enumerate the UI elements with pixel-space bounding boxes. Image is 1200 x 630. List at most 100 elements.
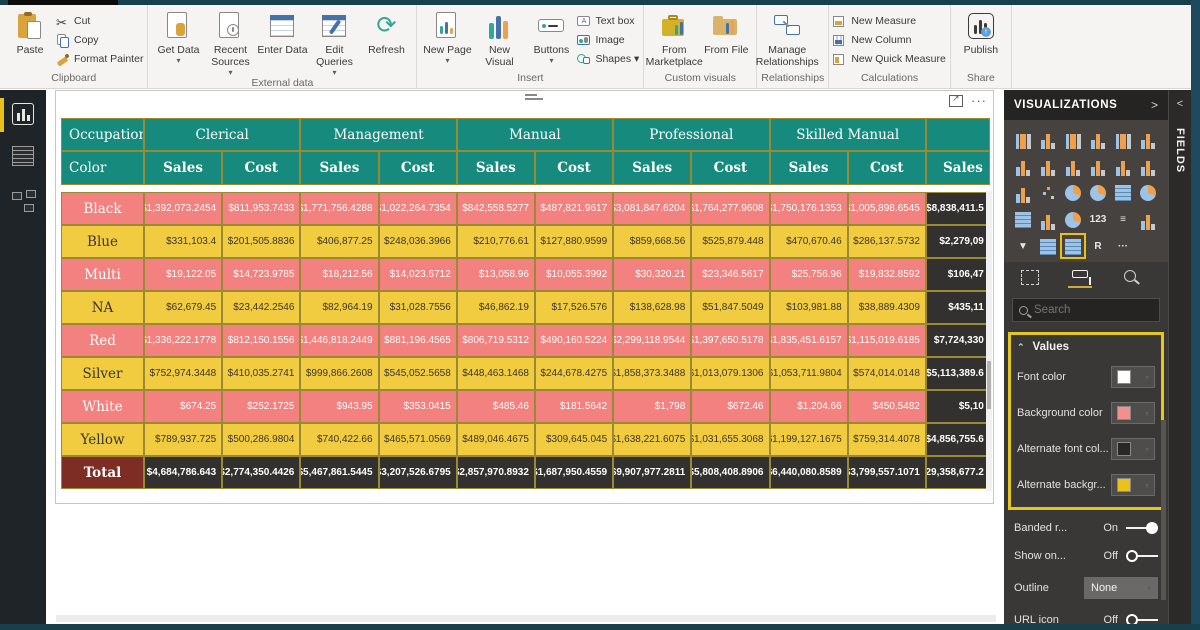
matrix-cell[interactable]: $19,122.05 <box>144 258 222 291</box>
matrix-cell[interactable]: $525,879.448 <box>691 225 769 258</box>
map-icon[interactable] <box>1137 181 1159 203</box>
format-tab[interactable] <box>1068 270 1092 288</box>
shapes-button[interactable]: Shapes ▾ <box>577 49 639 68</box>
visual-scrollbar[interactable] <box>986 191 992 491</box>
matrix-cell[interactable]: $811,953.7433 <box>222 192 300 225</box>
from-marketplace-button[interactable]: From Marketplace <box>648 7 700 69</box>
matrix-total-row-cell[interactable]: $6,440,080.8589 <box>770 456 848 489</box>
matrix-cell[interactable]: $500,286.9804 <box>222 423 300 456</box>
100-stacked-bar-chart-icon[interactable] <box>1112 127 1134 149</box>
analytics-tab[interactable] <box>1118 270 1142 288</box>
matrix-cell[interactable]: $574,014.0148 <box>848 357 926 390</box>
ribbon-chart-icon[interactable] <box>1137 154 1159 176</box>
stacked-area-chart-icon[interactable] <box>1062 154 1084 176</box>
matrix-measure-header[interactable]: Sales <box>300 151 378 185</box>
matrix-cell[interactable]: $3,081,847.6204 <box>613 192 691 225</box>
matrix-cell[interactable]: $999,866.2608 <box>300 357 378 390</box>
matrix-cell[interactable]: $1,022,264.7354 <box>379 192 457 225</box>
cut-button[interactable]: ✂Cut <box>56 11 143 30</box>
matrix-cell[interactable]: $490,160.5224 <box>535 324 613 357</box>
matrix-cell[interactable]: $1,397,650.5178 <box>691 324 769 357</box>
matrix-measure-header[interactable]: Cost <box>691 151 769 185</box>
card-icon[interactable]: 123 <box>1087 208 1109 230</box>
filled-map-icon[interactable] <box>1012 208 1034 230</box>
matrix-cell[interactable]: $410,035.2741 <box>222 357 300 390</box>
format-painter-button[interactable]: Format Painter <box>56 49 143 68</box>
matrix-measure-header[interactable]: Cost <box>379 151 457 185</box>
image-button[interactable]: Image <box>577 30 639 49</box>
matrix-cell[interactable]: $244,678.4275 <box>535 357 613 390</box>
matrix-cell[interactable]: $470,670.46 <box>770 225 848 258</box>
matrix-cell[interactable]: $10,055.3992 <box>535 258 613 291</box>
matrix-total-row-label[interactable]: Total <box>61 456 144 489</box>
fields-pane-collapsed[interactable]: < FIELDS <box>1168 90 1191 630</box>
matrix-cell[interactable]: $759,314.4078 <box>848 423 926 456</box>
new-page-button[interactable]: New Page▾ <box>421 7 473 69</box>
matrix-cell[interactable]: $450.5482 <box>848 390 926 423</box>
matrix-cell[interactable]: $1,798 <box>613 390 691 423</box>
line-and-clustered-column-chart-icon[interactable] <box>1087 154 1109 176</box>
matrix-cell[interactable]: $1,764,277.9608 <box>691 192 769 225</box>
gauge-icon[interactable] <box>1062 208 1084 230</box>
matrix-cell[interactable]: $1,204.66 <box>770 390 848 423</box>
matrix-cell[interactable]: $51,847.5049 <box>691 291 769 324</box>
matrix-total-cell[interactable]: $8,838,411.5 <box>926 192 990 225</box>
matrix-cell[interactable]: $1,771,756.4288 <box>300 192 378 225</box>
matrix-occupation-header[interactable]: Management <box>300 118 456 151</box>
matrix-total-cell[interactable]: $4,856,755.6 <box>926 423 990 456</box>
matrix-cell[interactable]: $201,505.8836 <box>222 225 300 258</box>
matrix-total-row-cell[interactable]: $5,467,861.5445 <box>300 456 378 489</box>
search-input[interactable] <box>1034 304 1144 316</box>
matrix-total-cell[interactable]: $5,10 <box>926 390 990 423</box>
manage-relationships-button[interactable]: Manage Relationships <box>761 7 813 69</box>
ellipsis-icon[interactable]: ··· <box>1112 235 1134 257</box>
r-script-icon[interactable]: R <box>1087 235 1109 257</box>
toggle-switch[interactable] <box>1126 549 1158 563</box>
matrix-cell[interactable]: $309,645.045 <box>535 423 613 456</box>
matrix-row-label[interactable]: Black <box>61 192 144 225</box>
matrix-occupation-header[interactable]: Professional <box>613 118 769 151</box>
new-column-button[interactable]: New Column <box>833 30 946 49</box>
matrix-total-row-cell[interactable]: $9,907,977.2811 <box>613 456 691 489</box>
matrix-cell[interactable]: $1,115,019.6185 <box>848 324 926 357</box>
matrix-total-row-cell[interactable]: $2,857,970.8932 <box>457 456 535 489</box>
matrix-cell[interactable]: $881,196.4565 <box>379 324 457 357</box>
matrix-cell[interactable]: $789,937.725 <box>144 423 222 456</box>
color-swatch-dropdown[interactable]: ▾ <box>1111 438 1155 460</box>
multi-row-card-icon[interactable]: ≡ <box>1112 208 1134 230</box>
matrix-cell[interactable]: $127,880.9599 <box>535 225 613 258</box>
matrix-cell[interactable]: $248,036.3966 <box>379 225 457 258</box>
matrix-cell[interactable]: $31,028.7556 <box>379 291 457 324</box>
matrix-cell[interactable]: $1,835,451.6157 <box>770 324 848 357</box>
new-visual-button[interactable]: New Visual <box>473 7 525 69</box>
matrix-cell[interactable]: $1,005,898.6545 <box>848 192 926 225</box>
matrix-cell[interactable]: $62,679.45 <box>144 291 222 324</box>
matrix-occupation-header[interactable]: Skilled Manual <box>770 118 926 151</box>
matrix-cell[interactable]: $489,046.4675 <box>457 423 535 456</box>
matrix-measure-header[interactable]: Sales <box>457 151 535 185</box>
matrix-cell[interactable]: $672.46 <box>691 390 769 423</box>
visual-drag-handle[interactable] <box>525 94 547 104</box>
donut-chart-icon[interactable] <box>1087 181 1109 203</box>
matrix-cell[interactable]: $1,446,818.2449 <box>300 324 378 357</box>
from-file-button[interactable]: From File <box>700 7 752 69</box>
outline-dropdown[interactable]: None▾ <box>1084 577 1158 599</box>
matrix-cell[interactable]: $448,463.1468 <box>457 357 535 390</box>
matrix-total-cell[interactable]: $5,113,389.6 <box>926 357 990 390</box>
scatter-chart-icon[interactable] <box>1037 181 1059 203</box>
matrix-cell[interactable]: $674.25 <box>144 390 222 423</box>
matrix-cell[interactable]: $1,858,373.3488 <box>613 357 691 390</box>
line-and-stacked-column-chart-icon[interactable] <box>1112 154 1134 176</box>
matrix-cell[interactable]: $331,103.4 <box>144 225 222 258</box>
matrix-cell[interactable]: $1,031,655.3068 <box>691 423 769 456</box>
matrix-icon[interactable] <box>1062 235 1084 257</box>
matrix-row-label[interactable]: Multi <box>61 258 144 291</box>
matrix-cell[interactable]: $13,058.96 <box>457 258 535 291</box>
matrix-cell[interactable]: $138,628.98 <box>613 291 691 324</box>
matrix-cell[interactable]: $1,750,176.1353 <box>770 192 848 225</box>
matrix-cell[interactable]: $1,638,221.6075 <box>613 423 691 456</box>
enter-data-button[interactable]: Enter Data <box>256 7 308 69</box>
color-swatch-dropdown[interactable]: ▾ <box>1111 402 1155 424</box>
matrix-measure-header[interactable]: Sales <box>144 151 222 185</box>
matrix-cell[interactable]: $465,571.0569 <box>379 423 457 456</box>
